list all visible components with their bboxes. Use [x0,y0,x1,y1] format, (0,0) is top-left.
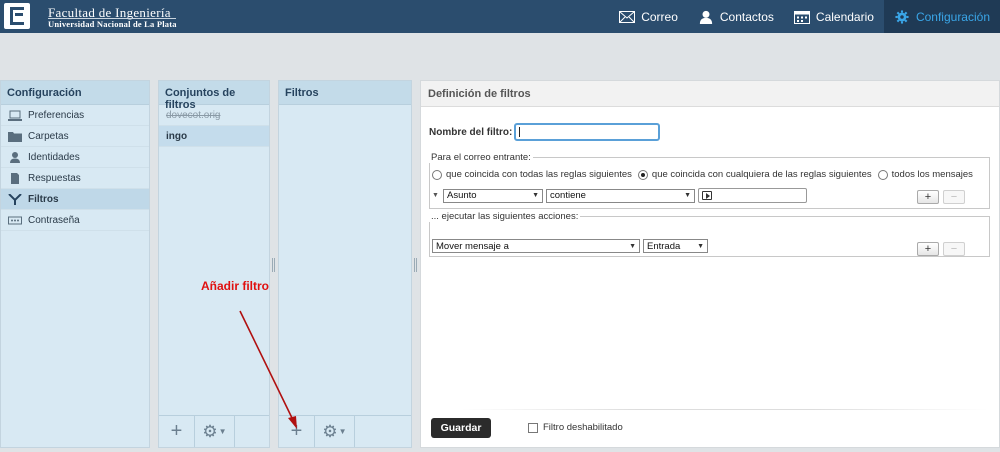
sidebar-item-label: Carpetas [28,130,69,142]
sidebar-item-label: Identidades [28,151,80,163]
caret-down-icon: ▼ [338,427,347,436]
filter-definition-panel: Definición de filtros Nombre del filtro:… [420,80,1000,448]
filter-actions-button[interactable]: ⚙ ▼ [315,416,355,447]
annotation-label: Añadir filtro [201,279,269,293]
sidebar-item-label: Filtros [28,193,59,205]
filter-disabled-checkbox[interactable] [528,422,538,433]
password-icon [8,216,22,224]
settings-sidebar: Configuración Preferencias Carpetas Iden… [0,80,150,448]
action-type-value: Mover mensaje a [436,240,509,252]
filters-panel: Filtros + ⚙ ▼ [278,80,412,448]
folder-icon [8,131,22,142]
incoming-mail-legend: Para el correo entrante: [431,152,531,163]
nav-calendar-label: Calendario [815,9,874,24]
actions-fieldset: ... ejecutar las siguientes acciones: Mo… [429,211,990,257]
plus-icon: + [290,420,303,442]
user-icon [10,151,20,163]
org-subtitle: Universidad Nacional de La Plata [48,19,177,29]
sidebar-item-folders[interactable]: Carpetas [1,126,149,147]
filter-sets-title: Conjuntos de filtros [159,81,269,111]
nav-calendar[interactable]: Calendario [784,0,884,33]
contacts-icon [699,10,712,24]
chevron-down-icon: ▼ [629,242,636,250]
add-action-button[interactable]: + [917,242,939,256]
splitter-handle[interactable] [272,258,275,272]
gear-icon: ⚙ [322,421,338,441]
footer-divider [461,409,989,410]
all-messages-radio[interactable] [877,169,888,180]
filter-disabled-toggle[interactable]: Filtro deshabilitado [528,422,623,433]
mail-icon [619,10,636,23]
plus-icon: + [170,420,183,442]
chevron-down-icon: ▼ [697,242,704,250]
chevron-down-icon: ▼ [684,192,691,199]
match-all-radio[interactable] [432,169,442,180]
laptop-icon [8,110,22,121]
nav-settings[interactable]: Configuración [883,0,1000,33]
rule-header-value: Asunto [447,190,477,201]
filter-set-actions-button[interactable]: ⚙ ▼ [195,416,235,447]
splitter-handle[interactable] [414,258,417,272]
action-type-select[interactable]: Mover mensaje a ▼ [432,239,640,253]
filters-footer: + ⚙ ▼ [279,415,411,447]
filter-name-row: Nombre del filtro: [429,123,661,141]
document-icon [11,172,19,184]
gear-icon: ⚙ [202,421,218,441]
filters-title: Filtros [279,81,411,105]
action-row: Mover mensaje a ▼ Entrada ▼ [432,239,708,253]
sidebar-item-password[interactable]: Contraseña [1,210,149,231]
add-filter-set-button[interactable]: + [159,416,195,447]
incoming-mail-fieldset: Para el correo entrante: que coincida co… [429,152,990,209]
chevron-down-icon: ▼ [532,192,539,199]
remove-action-button[interactable]: − [943,242,965,256]
faculty-logo[interactable] [4,3,30,29]
filter-name-label: Nombre del filtro: [429,126,513,138]
sidebar-item-identities[interactable]: Identidades [1,147,149,168]
all-messages-label: todos los mensajes [891,169,973,180]
main-nav: Correo Contactos Calendario Configuració… [609,0,1000,33]
action-folder-select[interactable]: Entrada ▼ [643,239,708,253]
sidebar-item-label: Preferencias [28,109,85,121]
gear-icon [895,9,909,24]
filter-sets-footer: + ⚙ ▼ [159,415,269,447]
filter-icon [8,193,22,205]
sidebar-item-label: Respuestas [28,172,81,184]
rule-header-select[interactable]: Asunto ▼ [443,188,543,203]
action-folder-value: Entrada [647,240,681,252]
match-all-label: que coincida con todas las reglas siguie… [446,169,632,180]
add-rule-button[interactable]: + [917,190,939,204]
definition-footer: Guardar Filtro deshabilitado [421,409,999,447]
match-any-label: que coincida con cualquiera de las regla… [651,169,872,180]
drag-handle-icon[interactable]: ▼ [432,192,440,199]
remove-rule-button[interactable]: − [943,190,965,204]
nav-contacts-label: Contactos [719,9,774,24]
add-filter-button[interactable]: + [279,416,315,447]
filter-name-input[interactable] [514,123,661,141]
nav-settings-label: Configuración [915,9,990,24]
caret-down-icon: ▼ [218,427,227,436]
filter-set-item[interactable]: ingo [159,126,269,147]
sidebar-item-responses[interactable]: Respuestas [1,168,149,189]
filter-sets-panel: Conjuntos de filtros dovecot.orig ingo +… [158,80,270,448]
top-bar: Facultad de Ingeniería Universidad Nacio… [0,0,1000,33]
sidebar-item-label: Contraseña [28,214,80,226]
match-options: que coincida con todas las reglas siguie… [432,169,973,180]
rule-row: ▼ Asunto ▼ contiene ▼ [432,188,807,203]
actions-legend: ... ejecutar las siguientes acciones: [431,211,579,222]
filter-definition-title: Definición de filtros [421,81,999,107]
calendar-icon [793,10,810,24]
nav-contacts[interactable]: Contactos [688,0,784,33]
rule-value-input[interactable] [698,188,807,203]
keyboard-icon[interactable] [702,191,712,200]
settings-sidebar-title: Configuración [1,81,149,105]
sidebar-item-filters[interactable]: Filtros [1,189,149,210]
nav-mail-label: Correo [641,9,678,24]
rule-operator-value: contiene [550,190,586,201]
match-any-radio[interactable] [637,169,648,180]
nav-mail[interactable]: Correo [609,0,688,33]
filter-disabled-label: Filtro deshabilitado [543,422,623,433]
rule-operator-select[interactable]: contiene ▼ [546,188,695,203]
sidebar-item-preferences[interactable]: Preferencias [1,105,149,126]
save-button[interactable]: Guardar [431,418,491,438]
